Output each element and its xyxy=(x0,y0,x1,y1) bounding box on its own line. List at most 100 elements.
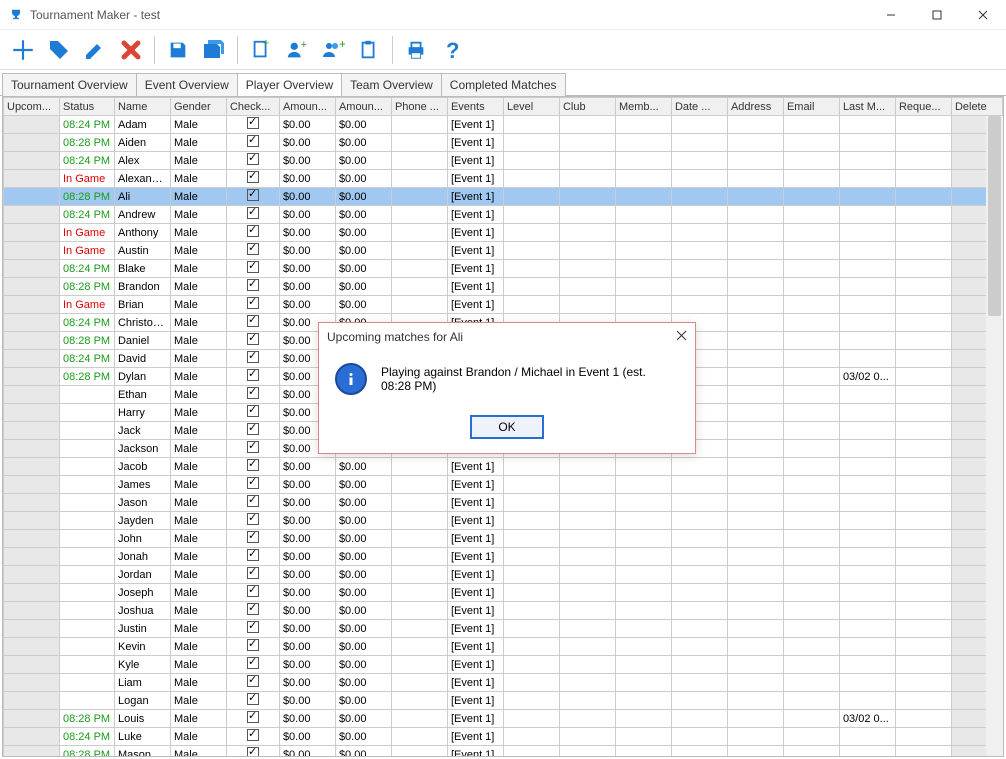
upcoming-button[interactable] xyxy=(4,566,60,584)
table-row[interactable]: 08:24 PMAlexMale$0.00$0.00[Event 1] xyxy=(4,152,1003,170)
save-all-button[interactable] xyxy=(197,33,231,67)
checkbox[interactable] xyxy=(247,153,259,165)
column-header[interactable]: Check... xyxy=(226,98,279,116)
column-header[interactable]: Club xyxy=(559,98,615,116)
checkbox[interactable] xyxy=(247,297,259,309)
upcoming-button[interactable] xyxy=(4,386,60,404)
tab-player-overview[interactable]: Player Overview xyxy=(237,73,342,96)
table-row[interactable]: 08:24 PMLukeMale$0.00$0.00[Event 1] xyxy=(4,728,1003,746)
column-header[interactable]: Upcom... xyxy=(4,98,60,116)
column-header[interactable]: Status xyxy=(60,98,115,116)
upcoming-button[interactable] xyxy=(4,494,60,512)
upcoming-button[interactable] xyxy=(4,620,60,638)
tab-event-overview[interactable]: Event Overview xyxy=(136,73,238,96)
upcoming-button[interactable] xyxy=(4,314,60,332)
maximize-button[interactable] xyxy=(914,0,960,30)
table-row[interactable]: JaydenMale$0.00$0.00[Event 1] xyxy=(4,512,1003,530)
tab-tournament-overview[interactable]: Tournament Overview xyxy=(2,73,137,96)
table-row[interactable]: In GameBrianMale$0.00$0.00[Event 1] xyxy=(4,296,1003,314)
checkbox[interactable] xyxy=(247,729,259,741)
column-header[interactable]: Delete xyxy=(951,98,1002,116)
upcoming-button[interactable] xyxy=(4,404,60,422)
table-row[interactable]: JoshuaMale$0.00$0.00[Event 1] xyxy=(4,602,1003,620)
column-header[interactable]: Email xyxy=(783,98,839,116)
column-header[interactable]: Date ... xyxy=(671,98,727,116)
new-document-button[interactable]: + xyxy=(244,33,278,67)
upcoming-button[interactable] xyxy=(4,278,60,296)
upcoming-button[interactable] xyxy=(4,674,60,692)
checkbox[interactable] xyxy=(247,477,259,489)
upcoming-button[interactable] xyxy=(4,476,60,494)
upcoming-button[interactable] xyxy=(4,296,60,314)
table-row[interactable]: JosephMale$0.00$0.00[Event 1] xyxy=(4,584,1003,602)
table-row[interactable]: 08:24 PMAndrewMale$0.00$0.00[Event 1] xyxy=(4,206,1003,224)
upcoming-button[interactable] xyxy=(4,638,60,656)
add-button[interactable] xyxy=(6,33,40,67)
upcoming-button[interactable] xyxy=(4,170,60,188)
upcoming-button[interactable] xyxy=(4,206,60,224)
help-button[interactable]: ? xyxy=(435,33,469,67)
table-row[interactable]: In GameAnthonyMale$0.00$0.00[Event 1] xyxy=(4,224,1003,242)
save-button[interactable] xyxy=(161,33,195,67)
table-row[interactable]: 08:28 PMLouisMale$0.00$0.00[Event 1]03/0… xyxy=(4,710,1003,728)
edit-button[interactable] xyxy=(78,33,112,67)
column-header[interactable]: Gender xyxy=(170,98,226,116)
checkbox[interactable] xyxy=(247,549,259,561)
table-row[interactable]: JasonMale$0.00$0.00[Event 1] xyxy=(4,494,1003,512)
column-header[interactable]: Address xyxy=(727,98,783,116)
table-row[interactable]: JamesMale$0.00$0.00[Event 1] xyxy=(4,476,1003,494)
upcoming-button[interactable] xyxy=(4,350,60,368)
print-button[interactable] xyxy=(399,33,433,67)
table-row[interactable]: In GameAlexanderMale$0.00$0.00[Event 1] xyxy=(4,170,1003,188)
checkbox[interactable] xyxy=(247,747,259,757)
checkbox[interactable] xyxy=(247,693,259,705)
checkbox[interactable] xyxy=(247,423,259,435)
checkbox[interactable] xyxy=(247,621,259,633)
checkbox[interactable] xyxy=(247,531,259,543)
upcoming-button[interactable] xyxy=(4,602,60,620)
checkbox[interactable] xyxy=(247,351,259,363)
upcoming-button[interactable] xyxy=(4,134,60,152)
add-people-button[interactable]: + xyxy=(316,33,350,67)
upcoming-button[interactable] xyxy=(4,188,60,206)
table-row[interactable]: JacobMale$0.00$0.00[Event 1] xyxy=(4,458,1003,476)
upcoming-button[interactable] xyxy=(4,332,60,350)
table-row[interactable]: In GameAustinMale$0.00$0.00[Event 1] xyxy=(4,242,1003,260)
checkbox[interactable] xyxy=(247,657,259,669)
upcoming-button[interactable] xyxy=(4,584,60,602)
column-header[interactable]: Name xyxy=(114,98,170,116)
checkbox[interactable] xyxy=(247,513,259,525)
table-row[interactable]: 08:24 PMAdamMale$0.00$0.00[Event 1] xyxy=(4,116,1003,134)
upcoming-button[interactable] xyxy=(4,116,60,134)
upcoming-button[interactable] xyxy=(4,530,60,548)
column-header[interactable]: Memb... xyxy=(615,98,671,116)
upcoming-button[interactable] xyxy=(4,656,60,674)
table-row[interactable]: 08:28 PMMasonMale$0.00$0.00[Event 1] xyxy=(4,746,1003,758)
column-header[interactable]: Level xyxy=(503,98,559,116)
checkbox[interactable] xyxy=(247,225,259,237)
upcoming-button[interactable] xyxy=(4,710,60,728)
upcoming-button[interactable] xyxy=(4,260,60,278)
checkbox[interactable] xyxy=(247,567,259,579)
table-row[interactable]: 08:24 PMBlakeMale$0.00$0.00[Event 1] xyxy=(4,260,1003,278)
ok-button[interactable]: OK xyxy=(470,415,543,439)
column-header[interactable]: Phone ... xyxy=(391,98,447,116)
checkbox[interactable] xyxy=(247,441,259,453)
upcoming-button[interactable] xyxy=(4,422,60,440)
upcoming-button[interactable] xyxy=(4,152,60,170)
table-row[interactable]: JustinMale$0.00$0.00[Event 1] xyxy=(4,620,1003,638)
checkbox[interactable] xyxy=(247,207,259,219)
checkbox[interactable] xyxy=(247,495,259,507)
upcoming-button[interactable] xyxy=(4,440,60,458)
table-row[interactable]: JonahMale$0.00$0.00[Event 1] xyxy=(4,548,1003,566)
checkbox[interactable] xyxy=(247,279,259,291)
table-row[interactable]: 08:28 PMAidenMale$0.00$0.00[Event 1] xyxy=(4,134,1003,152)
column-header[interactable]: Reque... xyxy=(895,98,951,116)
upcoming-button[interactable] xyxy=(4,512,60,530)
column-header[interactable]: Last M... xyxy=(839,98,895,116)
add-person-button[interactable]: + xyxy=(280,33,314,67)
minimize-button[interactable] xyxy=(868,0,914,30)
table-row[interactable]: KyleMale$0.00$0.00[Event 1] xyxy=(4,656,1003,674)
checkbox[interactable] xyxy=(247,639,259,651)
checkbox[interactable] xyxy=(247,135,259,147)
